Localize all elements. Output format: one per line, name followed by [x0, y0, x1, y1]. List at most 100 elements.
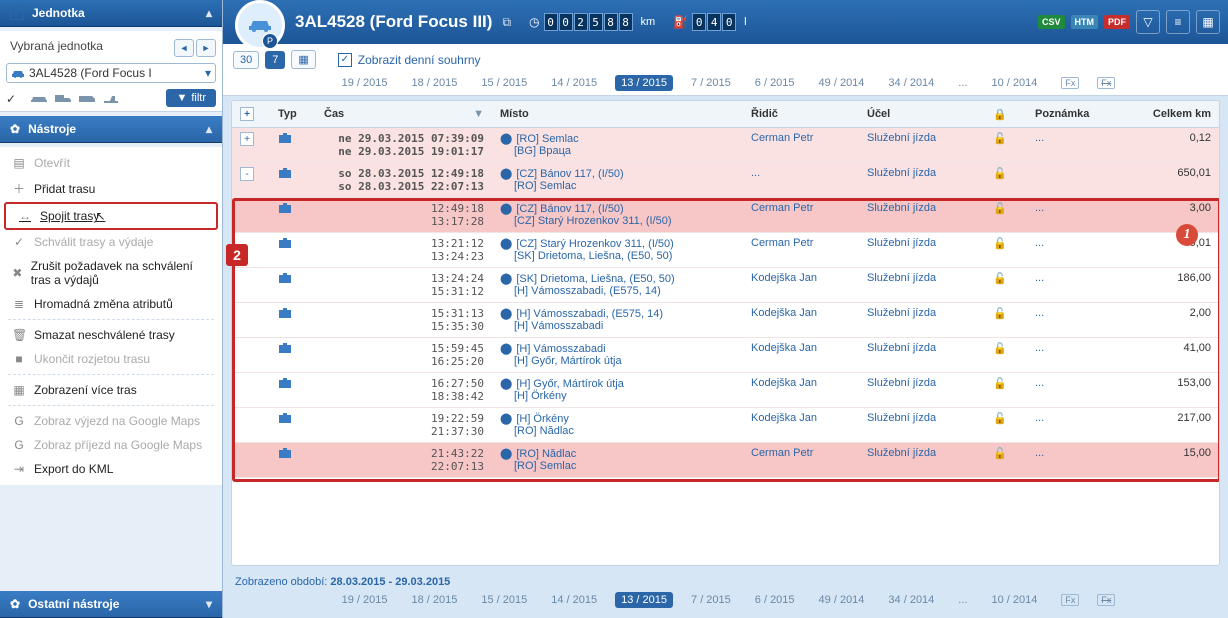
col-lock[interactable]: 🔒 [985, 101, 1027, 128]
unlock-icon[interactable]: 🔓 [993, 238, 1007, 250]
note-link[interactable]: ... [1035, 237, 1044, 249]
purpose-link[interactable]: Služební jízda [867, 447, 936, 459]
expand-all-icon[interactable]: + [240, 107, 254, 121]
purpose-link[interactable]: Služební jízda [867, 202, 936, 214]
export-pdf-button[interactable]: PDF [1104, 15, 1130, 29]
daily-summary-toggle[interactable]: ✓ Zobrazit denní souhrny [338, 53, 481, 67]
place-link[interactable]: [H] Vámosszabadi [514, 320, 603, 332]
period-item[interactable]: 49 / 2014 [813, 75, 871, 91]
col-misto[interactable]: Místo [492, 101, 743, 128]
place-link[interactable]: [H] Vámosszabadi, (E575, 14) [516, 308, 663, 320]
driver-link[interactable]: Kodejška Jan [751, 307, 817, 319]
unlock-icon[interactable]: 🔓 [993, 168, 1007, 180]
tool-gmaps-arrive[interactable]: GZobraz příjezd na Google Maps [0, 433, 222, 457]
place-link[interactable]: [H] Vámosszabadi, (E575, 14) [514, 285, 661, 297]
tool-open[interactable]: ▤Otevřít [0, 151, 222, 175]
tool-delete-unapproved[interactable]: 🗑Smazat neschválené trasy [0, 323, 222, 347]
range-7-button[interactable]: 7 [265, 51, 285, 69]
place-link[interactable]: [BG] Враца [514, 145, 571, 157]
purpose-link[interactable]: Služební jízda [867, 272, 936, 284]
col-km[interactable]: Celkem km [1123, 101, 1219, 128]
purpose-link[interactable]: Služební jízda [867, 237, 936, 249]
tool-cancel-approval[interactable]: ✖Zrušit požadavek na schválení tras a vý… [0, 254, 222, 292]
note-link[interactable]: ... [1035, 412, 1044, 424]
place-link[interactable]: [CZ] Starý Hrozenkov 311, (I/50) [516, 238, 674, 250]
tool-gmaps-depart[interactable]: GZobraz výjezd na Google Maps [0, 409, 222, 433]
purpose-link[interactable]: Služební jízda [867, 167, 936, 179]
note-link[interactable]: ... [1035, 272, 1044, 284]
period-item[interactable]: 49 / 2014 [813, 592, 871, 608]
unlock-icon[interactable]: 🔓 [993, 133, 1007, 145]
driver-link[interactable]: Cerman Petr [751, 237, 813, 249]
place-link[interactable]: [H] Örkény [516, 413, 569, 425]
driver-link[interactable]: Kodejška Jan [751, 377, 817, 389]
tool-join-routes[interactable]: ↔Spojit trasy↖ [6, 204, 216, 228]
van-type-icon[interactable] [78, 92, 96, 104]
period-item[interactable]: 15 / 2015 [475, 75, 533, 91]
next-unit-button[interactable]: ► [196, 39, 216, 57]
fx-button[interactable]: Fx [1097, 77, 1115, 89]
tool-bulk-edit[interactable]: ≣Hromadná změna atributů [0, 292, 222, 316]
place-link[interactable]: [RO] Nădlac [514, 425, 574, 437]
period-item[interactable]: 10 / 2014 [985, 75, 1043, 91]
tool-export-kml[interactable]: ⇥Export do KML [0, 457, 222, 481]
period-item[interactable]: 18 / 2015 [406, 592, 464, 608]
place-link[interactable]: [H] Győr, Mártírok útja [516, 378, 624, 390]
expand-icon[interactable]: - [240, 167, 254, 181]
note-link[interactable]: ... [1035, 377, 1044, 389]
period-item[interactable]: 18 / 2015 [406, 75, 464, 91]
driver-link[interactable]: Kodejška Jan [751, 412, 817, 424]
tool-end-route[interactable]: ■Ukončit rozjetou trasu [0, 347, 222, 371]
unlock-icon[interactable]: 🔓 [993, 273, 1007, 285]
export-htm-button[interactable]: HTM [1071, 15, 1099, 29]
export-csv-button[interactable]: CSV [1038, 15, 1065, 29]
driver-link[interactable]: Kodejška Jan [751, 272, 817, 284]
columns-icon[interactable]: ≡ [1166, 10, 1190, 34]
period-item[interactable]: 10 / 2014 [985, 592, 1043, 608]
period-item[interactable]: 34 / 2014 [882, 592, 940, 608]
machine-type-icon[interactable] [102, 92, 120, 104]
period-item[interactable]: 14 / 2015 [545, 75, 603, 91]
unlock-icon[interactable]: 🔓 [993, 308, 1007, 320]
fx-button[interactable]: Fx [1097, 594, 1115, 606]
period-item[interactable]: 6 / 2015 [749, 75, 801, 91]
place-link[interactable]: [RO] Semlac [514, 460, 576, 472]
col-ucel[interactable]: Účel [859, 101, 985, 128]
table-row[interactable]: 19:22:5921:37:30⬤[H] Örkény[RO] NădlacKo… [232, 408, 1219, 443]
unlock-icon[interactable]: 🔓 [993, 203, 1007, 215]
tools-panel-header[interactable]: ✿ Nástroje ▴ [0, 116, 222, 143]
expand-icon[interactable]: + [240, 132, 254, 146]
other-tools-header[interactable]: ✿ Ostatní nástroje ▾ [0, 591, 222, 618]
table-row[interactable]: 12:49:1813:17:28⬤[CZ] Bánov 117, (I/50)[… [232, 198, 1219, 233]
tool-add-route[interactable]: ＋Přidat trasu [0, 175, 222, 202]
purpose-link[interactable]: Služební jízda [867, 342, 936, 354]
table-row[interactable]: 13:21:1213:24:23⬤[CZ] Starý Hrozenkov 31… [232, 233, 1219, 268]
tool-approve[interactable]: ✓Schválit trasy a výdaje [0, 230, 222, 254]
period-item[interactable]: 15 / 2015 [475, 592, 533, 608]
fx-button[interactable]: Fx [1061, 77, 1079, 89]
place-link[interactable]: [H] Örkény [514, 390, 567, 402]
period-item[interactable]: ... [952, 75, 973, 91]
fx-button[interactable]: Fx [1061, 594, 1079, 606]
period-item[interactable]: 34 / 2014 [882, 75, 940, 91]
place-link[interactable]: [SK] Drietoma, Liešna, (E50, 50) [516, 273, 674, 285]
place-link[interactable]: [RO] Semlac [516, 133, 578, 145]
table-row[interactable]: -so 28.03.2015 12:49:18so 28.03.2015 22:… [232, 163, 1219, 198]
place-link[interactable]: [H] Vámosszabadi [516, 343, 605, 355]
table-row[interactable]: 15:31:1315:35:30⬤[H] Vámosszabadi, (E575… [232, 303, 1219, 338]
col-cas[interactable]: Čas▼ [316, 101, 492, 128]
note-link[interactable]: ... [1035, 447, 1044, 459]
driver-link[interactable]: ... [751, 167, 760, 179]
period-item[interactable]: 13 / 2015 [615, 592, 673, 608]
unlock-icon[interactable]: 🔓 [993, 448, 1007, 460]
place-link[interactable]: [H] Győr, Mártírok útja [514, 355, 622, 367]
unlock-icon[interactable]: 🔓 [993, 378, 1007, 390]
table-row[interactable]: 15:59:4516:25:20⬤[H] Vámosszabadi[H] Győ… [232, 338, 1219, 373]
table-row[interactable]: 13:24:2415:31:12⬤[SK] Drietoma, Liešna, … [232, 268, 1219, 303]
prev-unit-button[interactable]: ◄ [174, 39, 194, 57]
purpose-link[interactable]: Služební jízda [867, 412, 936, 424]
car-type-icon[interactable] [30, 92, 48, 104]
period-item[interactable]: 7 / 2015 [685, 75, 737, 91]
driver-link[interactable]: Cerman Petr [751, 447, 813, 459]
period-item[interactable]: 19 / 2015 [336, 75, 394, 91]
